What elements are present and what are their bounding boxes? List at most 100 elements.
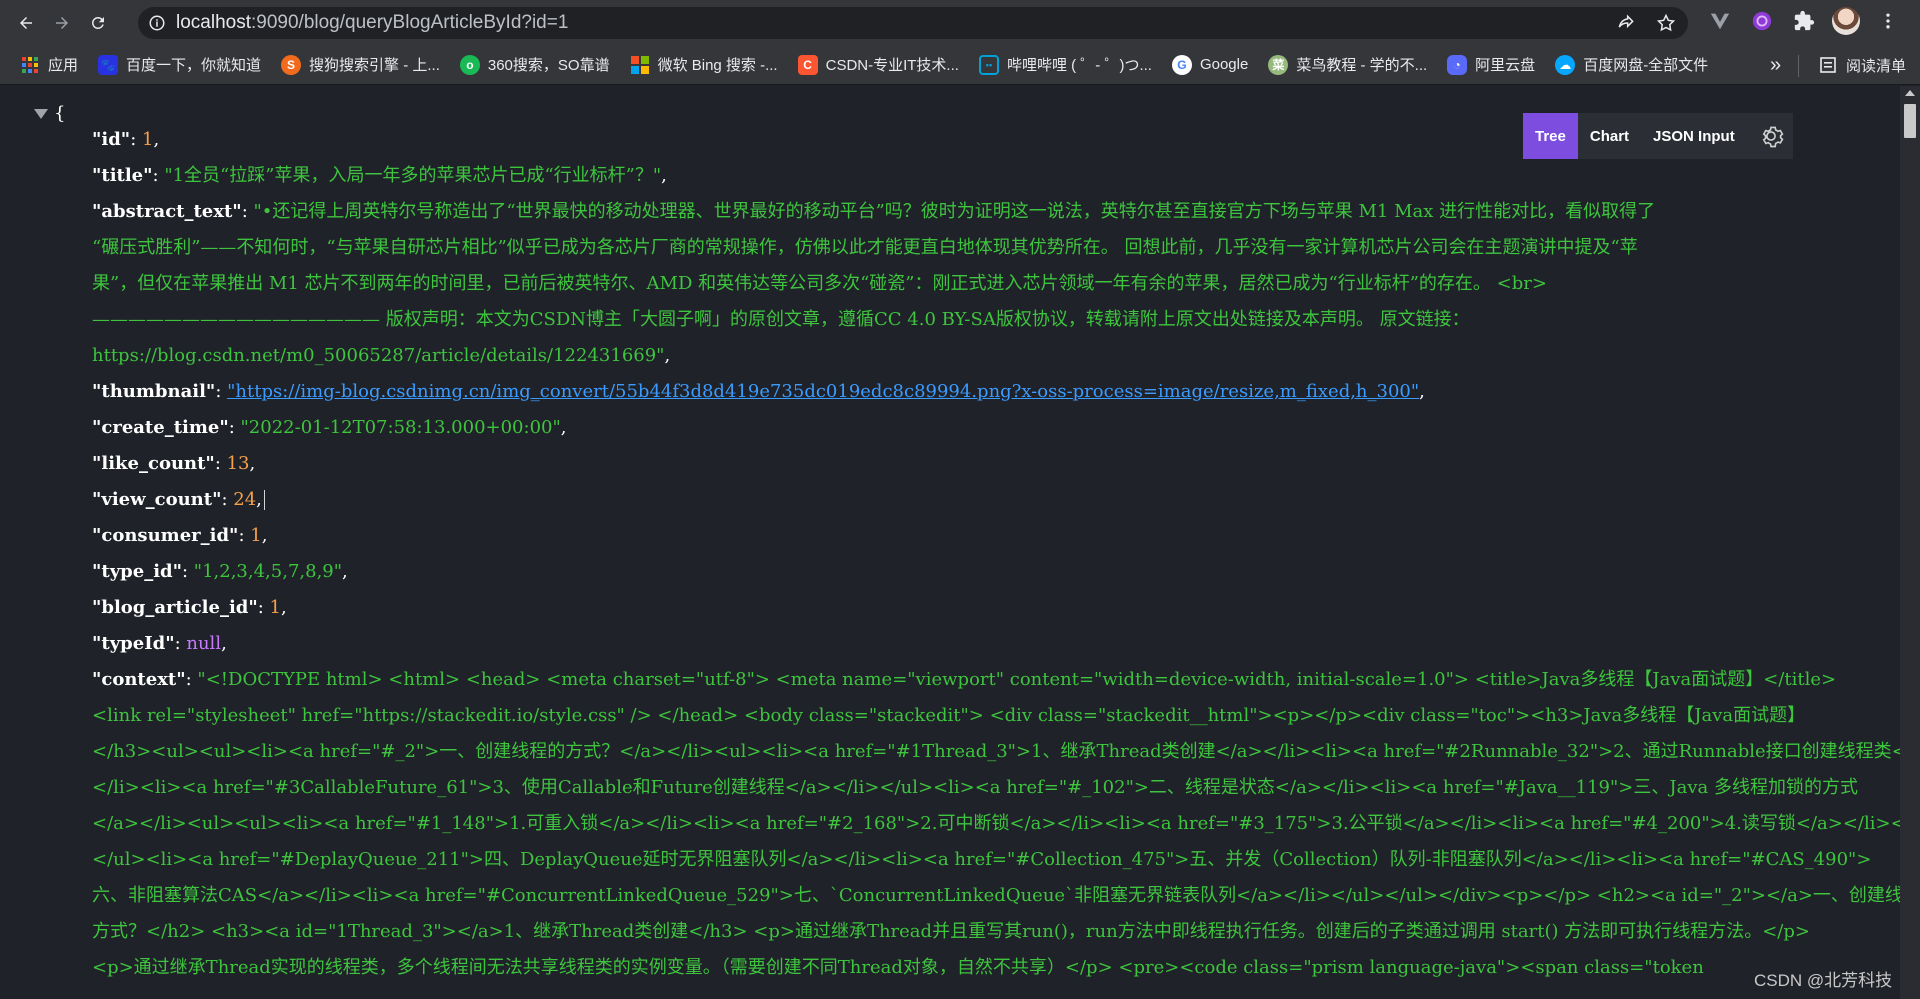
json-key: "like_count" — [92, 453, 215, 474]
json-key: "id" — [92, 129, 131, 150]
aliyun-drive-icon: ◔ — [1447, 54, 1468, 75]
scroll-up-arrow-icon[interactable] — [1905, 90, 1915, 96]
bookmark-label: 360搜索，SO靠谱 — [487, 57, 610, 74]
json-value: "•还记得上周英特尔号称造出了“世界最快的移动处理器、世界最好的移动平台”吗？彼… — [253, 201, 1656, 222]
json-key: "thumbnail" — [92, 381, 216, 402]
bookmark-label: 微软 Bing 搜索 -... — [657, 57, 778, 74]
json-value: https://blog.csdn.net/m0_50065287/articl… — [92, 345, 665, 366]
json-key: "title" — [92, 165, 153, 186]
json-value-continuation: 六、非阻塞算法CAS</a></li><li><a href="#Concurr… — [92, 885, 1900, 906]
bookmark-bing[interactable]: 微软 Bing 搜索 -... — [622, 49, 786, 81]
json-value-continuation: </li><li><a href="#3CallableFuture_61">3… — [92, 777, 1858, 798]
json-value: 1 — [269, 597, 281, 618]
json-value: 1 — [250, 525, 262, 546]
bookmark-aliyun-drive[interactable]: ◔ 阿里云盘 — [1439, 49, 1543, 81]
bookmark-label: 百度网盘-全部文件 — [1583, 57, 1709, 74]
bookmark-label: 搜狗搜索引擎 - 上... — [309, 57, 440, 74]
json-value: null — [186, 633, 222, 654]
json-value-continuation: 方式？</h2> <h3><a id="1Thread_3"></a>1、继承T… — [92, 921, 1810, 942]
json-key: "type_id" — [92, 561, 182, 582]
back-button[interactable] — [10, 7, 42, 39]
json-row-like-count: "like_count": 13, — [92, 453, 256, 474]
json-value: 13 — [226, 453, 250, 474]
baidu-netdisk-icon: ☁ — [1555, 54, 1576, 75]
json-row-context: "context": "<!DOCTYPE html> <html> <head… — [92, 669, 1837, 690]
thumbnail-link[interactable]: "https://img-blog.csdnimg.cn/img_convert… — [227, 381, 1419, 402]
bookmarks-divider — [1798, 55, 1799, 77]
bilibili-icon: •• — [978, 54, 999, 75]
json-key: "context" — [92, 669, 186, 690]
address-bar[interactable]: localhost:9090/blog/queryBlogArticleById… — [138, 7, 1688, 39]
bookmarks-bar: 应用 🐾 百度一下，你就知道 S 搜狗搜索引擎 - 上... o 360搜索，S… — [0, 45, 1920, 85]
json-value: 24 — [233, 489, 257, 510]
json-value-continuation: ———————————————— 版权声明：本文为CSDN博主「大圆子啊」的原创… — [92, 309, 1470, 330]
vertical-scrollbar[interactable] — [1900, 86, 1920, 999]
browser-toolbar: localhost:9090/blog/queryBlogArticleById… — [0, 0, 1920, 45]
json-value-continuation: </ul><li><a href="#DeplayQueue_211">四、De… — [92, 849, 1872, 870]
info-icon[interactable] — [148, 14, 166, 32]
share-icon[interactable] — [1616, 13, 1636, 33]
bookmark-csdn[interactable]: C CSDN-专业IT技术... — [790, 49, 967, 81]
arrow-left-icon — [20, 16, 32, 29]
apps-grid-icon — [20, 55, 40, 75]
runoob-icon: 菜 — [1268, 54, 1289, 75]
json-value: 1 — [141, 129, 154, 150]
json-viewer: { "id": 1, "title": "1全员“拉踩”苹果，入局一年多的苹果芯… — [0, 86, 1900, 999]
arrow-right-icon — [56, 16, 68, 29]
bookmark-apps[interactable]: 应用 — [12, 49, 86, 81]
json-value-continuation: <p>通过继承Thread实现的线程类，多个线程间无法共享线程类的实例变量。（需… — [92, 957, 1704, 978]
star-icon[interactable] — [1656, 13, 1676, 33]
open-brace: { — [54, 103, 66, 124]
extension-purple-icon[interactable] — [1748, 7, 1776, 35]
json-row-consumer-id: "consumer_id": 1, — [92, 525, 268, 546]
json-row-title: "title": "1全员“拉踩”苹果，入局一年多的苹果芯片已成“行业标杆”？"… — [92, 165, 667, 186]
forward-button[interactable] — [46, 7, 78, 39]
bookmark-label: 菜鸟教程 - 学的不... — [1296, 57, 1428, 74]
sogou-icon: S — [281, 54, 302, 75]
json-row-create-time: "create_time": "2022-01-12T07:58:13.000+… — [92, 417, 567, 438]
reload-icon — [91, 16, 104, 29]
json-row-view-count: "view_count": 24, — [92, 482, 265, 518]
tab-tree[interactable]: Tree — [1523, 113, 1578, 159]
menu-kebab-icon[interactable] — [1874, 7, 1902, 35]
root-object-row[interactable]: { — [34, 96, 65, 132]
bookmark-label: 应用 — [48, 57, 79, 74]
csdn-icon: C — [797, 54, 818, 75]
tab-json-input[interactable]: JSON Input — [1641, 113, 1747, 159]
bookmark-bilibili[interactable]: •• 哔哩哔哩 ( ゜- ゜)つ... — [971, 49, 1160, 81]
bookmark-label: 阿里云盘 — [1475, 57, 1536, 74]
json-key: "blog_article_id" — [92, 597, 258, 618]
bookmark-google[interactable]: G Google — [1164, 49, 1256, 81]
reading-list-button[interactable]: 阅读清单 — [1810, 49, 1914, 81]
url-text[interactable]: localhost:9090/blog/queryBlogArticleById… — [176, 12, 568, 34]
text-cursor — [263, 490, 265, 510]
json-row-blog-article-id: "blog_article_id": 1, — [92, 597, 287, 618]
collapse-triangle-icon[interactable] — [34, 109, 48, 119]
profile-avatar[interactable] — [1832, 7, 1860, 35]
google-icon: G — [1171, 54, 1192, 75]
json-key: "abstract_text" — [92, 201, 242, 222]
so360-icon: o — [459, 54, 480, 75]
bookmark-baidu[interactable]: 🐾 百度一下，你就知道 — [90, 49, 269, 81]
json-value-continuation-end: https://blog.csdn.net/m0_50065287/articl… — [92, 345, 671, 366]
settings-gear-button[interactable] — [1748, 113, 1793, 159]
tab-chart[interactable]: Chart — [1578, 113, 1641, 159]
json-value-continuation: <link rel="stylesheet" href="https://sta… — [92, 705, 1806, 726]
bookmark-label: Google — [1199, 56, 1249, 73]
reading-list-icon — [1818, 55, 1838, 75]
bookmark-sogou[interactable]: S 搜狗搜索引擎 - 上... — [273, 49, 448, 81]
extensions-puzzle-icon[interactable] — [1790, 7, 1818, 35]
bookmarks-overflow-chevron-icon[interactable]: » — [1770, 49, 1781, 81]
bookmark-runoob[interactable]: 菜 菜鸟教程 - 学的不... — [1260, 49, 1435, 81]
reload-button[interactable] — [82, 7, 114, 39]
bookmark-label: CSDN-专业IT技术... — [825, 57, 959, 74]
json-row-abstract-text: "abstract_text": "•还记得上周英特尔号称造出了“世界最快的移动… — [92, 201, 1656, 222]
scroll-thumb[interactable] — [1904, 104, 1916, 138]
bookmark-360[interactable]: o 360搜索，SO靠谱 — [452, 49, 618, 81]
json-value-continuation: </a></li><ul><ul><li><a href="#1_148">1.… — [92, 813, 1900, 834]
baidu-icon: 🐾 — [98, 54, 119, 75]
json-key: "create_time" — [92, 417, 229, 438]
bookmark-label: 哔哩哔哩 ( ゜- ゜)つ... — [1006, 57, 1152, 74]
vue-devtools-icon[interactable] — [1706, 7, 1734, 35]
bookmark-baidu-netdisk[interactable]: ☁ 百度网盘-全部文件 — [1547, 49, 1716, 81]
